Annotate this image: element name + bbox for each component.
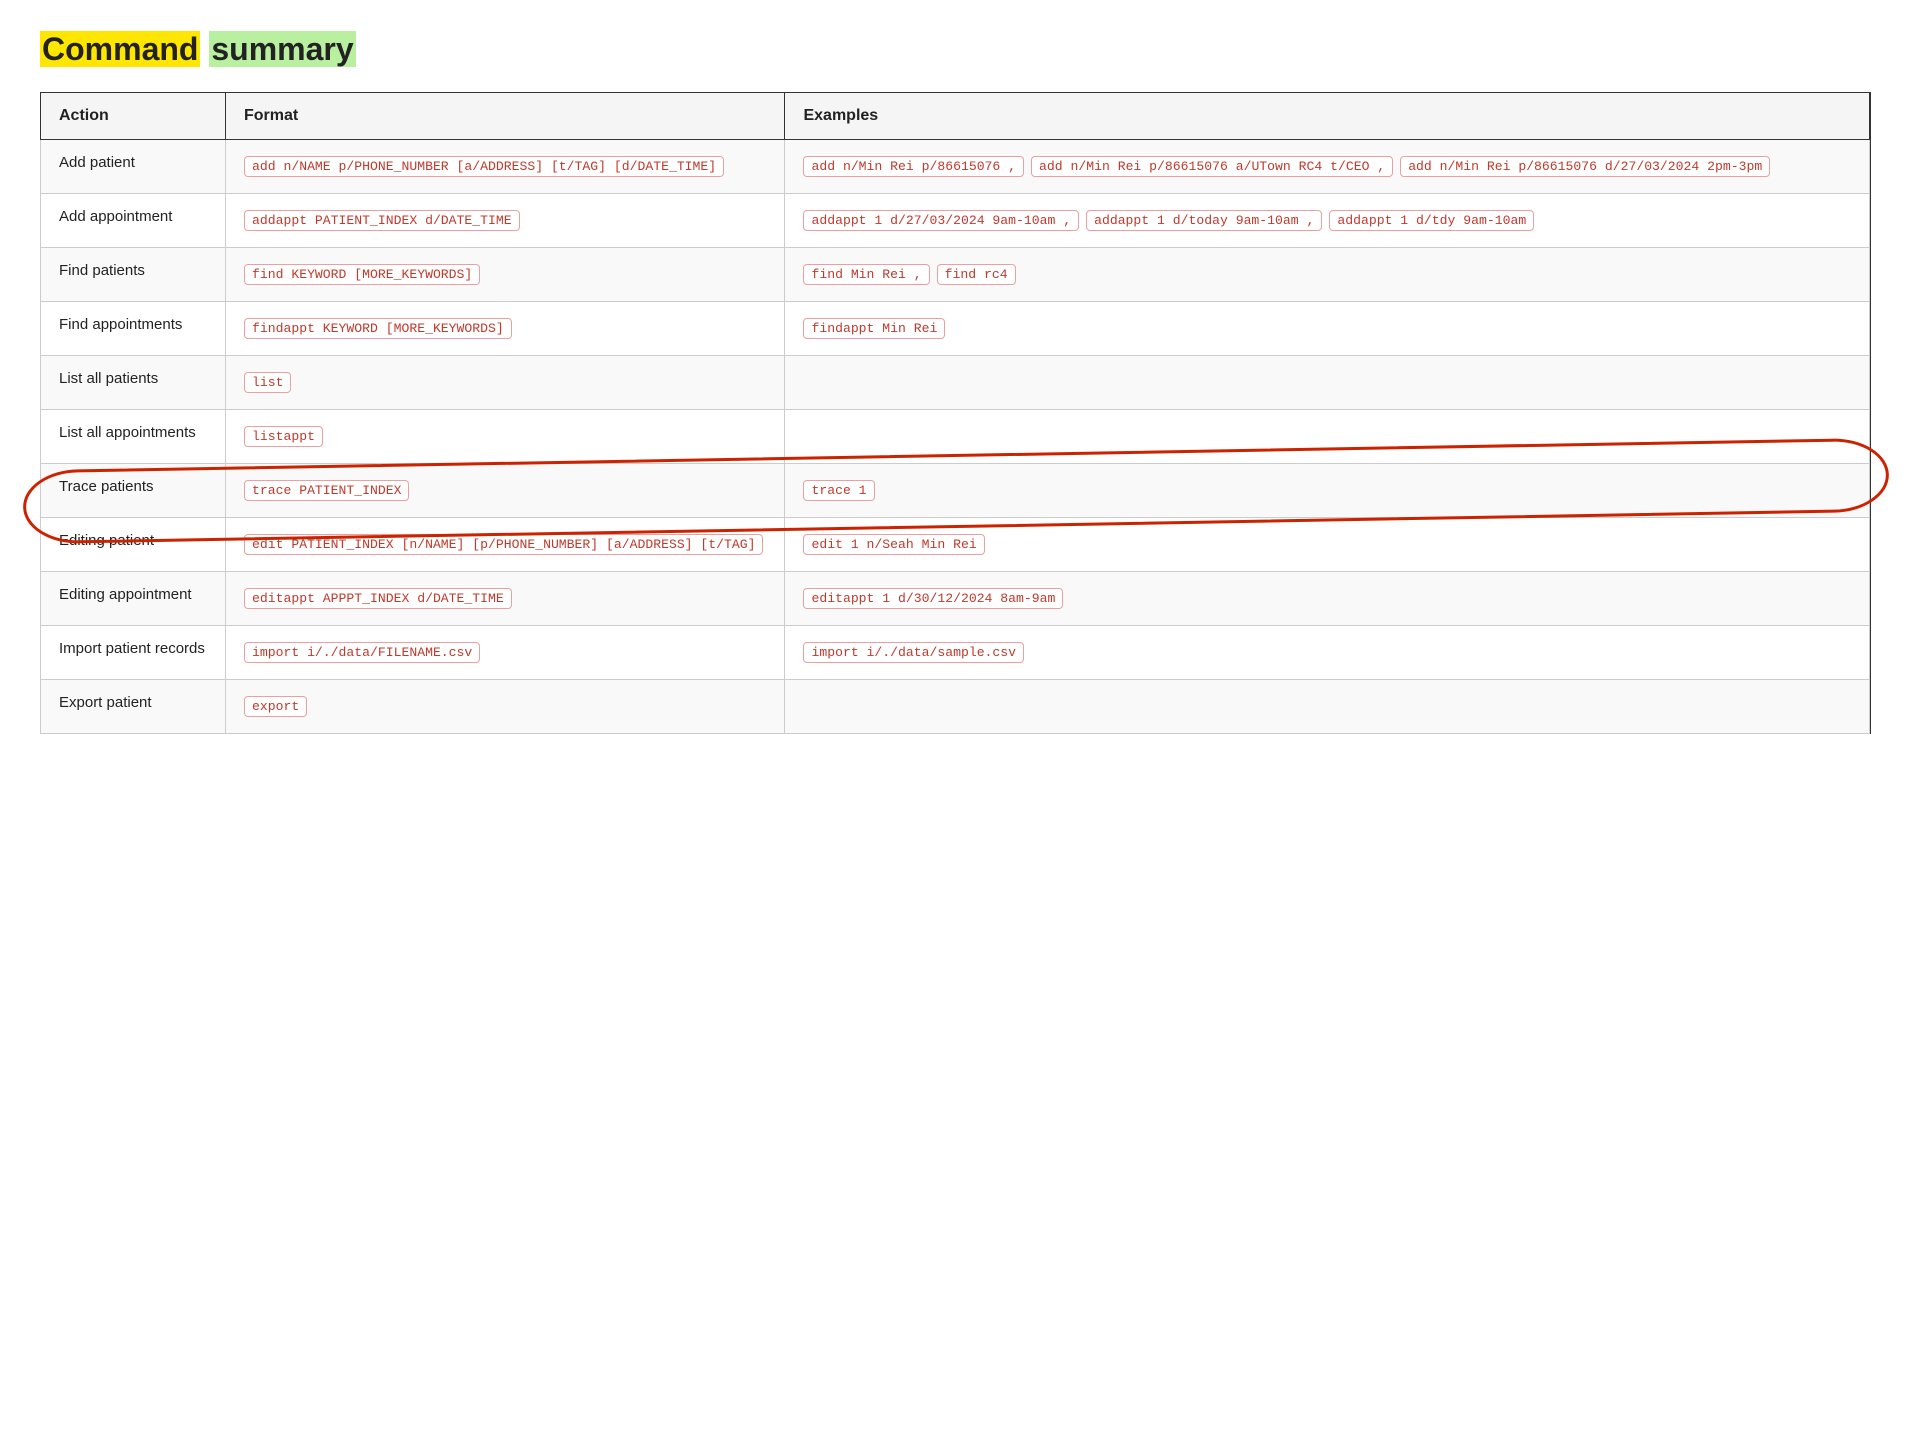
example-chip: add n/Min Rei p/86615076 d/27/03/2024 2p… [1400, 156, 1770, 177]
cell-format: edit PATIENT_INDEX [n/NAME] [p/PHONE_NUM… [226, 518, 785, 572]
table-header-row: Action Format Examples [41, 93, 1871, 140]
example-chip: findappt Min Rei [803, 318, 945, 339]
cell-action: Find appointments [41, 302, 226, 356]
format-chip: edit PATIENT_INDEX [n/NAME] [p/PHONE_NUM… [244, 534, 763, 555]
page-title: Command summary [40, 30, 1871, 68]
example-chip: find rc4 [937, 264, 1016, 285]
command-summary-table: Action Format Examples Add patient add n/… [40, 92, 1871, 734]
cell-format: export [226, 680, 785, 734]
cell-action: List all appointments [41, 410, 226, 464]
cell-format: add n/NAME p/PHONE_NUMBER [a/ADDRESS] [t… [226, 140, 785, 194]
cell-examples: findappt Min Rei [785, 302, 1869, 356]
example-chip: addappt 1 d/27/03/2024 9am-10am , [803, 210, 1079, 231]
format-chip: import i/./data/FILENAME.csv [244, 642, 480, 663]
table-row: List all appointments listappt [41, 410, 1871, 464]
format-chip: export [244, 696, 307, 717]
cell-examples [785, 410, 1869, 464]
cell-format: listappt [226, 410, 785, 464]
cell-format: import i/./data/FILENAME.csv [226, 626, 785, 680]
format-chip: find KEYWORD [MORE_KEYWORDS] [244, 264, 480, 285]
cell-examples: find Min Rei , find rc4 [785, 248, 1869, 302]
example-chip: trace 1 [803, 480, 874, 501]
example-chip: add n/Min Rei p/86615076 , [803, 156, 1024, 177]
header-action: Action [41, 93, 226, 140]
cell-format: trace PATIENT_INDEX [226, 464, 785, 518]
format-chip: add n/NAME p/PHONE_NUMBER [a/ADDRESS] [t… [244, 156, 724, 177]
format-chip: trace PATIENT_INDEX [244, 480, 409, 501]
cell-action: Add patient [41, 140, 226, 194]
table-row: List all patients list [41, 356, 1871, 410]
title-word2: summary [209, 31, 355, 67]
cell-format: editappt APPPT_INDEX d/DATE_TIME [226, 572, 785, 626]
table-row: Editing patient edit PATIENT_INDEX [n/NAM… [41, 518, 1871, 572]
cell-action: Trace patients [41, 464, 226, 518]
cell-examples: add n/Min Rei p/86615076 , add n/Min Rei … [785, 140, 1869, 194]
cell-examples: trace 1 [785, 464, 1869, 518]
cell-action: Find patients [41, 248, 226, 302]
table-row: Editing appointment editappt APPPT_INDEX … [41, 572, 1871, 626]
cell-examples: editappt 1 d/30/12/2024 8am-9am [785, 572, 1869, 626]
format-chip: list [244, 372, 291, 393]
cell-format: list [226, 356, 785, 410]
format-chip: listappt [244, 426, 323, 447]
cell-action: Add appointment [41, 194, 226, 248]
cell-format: findappt KEYWORD [MORE_KEYWORDS] [226, 302, 785, 356]
example-chip: edit 1 n/Seah Min Rei [803, 534, 984, 555]
cell-examples: import i/./data/sample.csv [785, 626, 1869, 680]
cell-examples: addappt 1 d/27/03/2024 9am-10am , addappt… [785, 194, 1869, 248]
header-examples: Examples [785, 93, 1869, 140]
table-row: Trace patients trace PATIENT_INDEX trace 1 [41, 464, 1871, 518]
cell-examples [785, 356, 1869, 410]
cell-format: addappt PATIENT_INDEX d/DATE_TIME [226, 194, 785, 248]
example-chip: import i/./data/sample.csv [803, 642, 1024, 663]
cell-examples: edit 1 n/Seah Min Rei [785, 518, 1869, 572]
example-chip: add n/Min Rei p/86615076 a/UTown RC4 t/C… [1031, 156, 1393, 177]
header-format: Format [226, 93, 785, 140]
format-chip: addappt PATIENT_INDEX d/DATE_TIME [244, 210, 520, 231]
format-chip: findappt KEYWORD [MORE_KEYWORDS] [244, 318, 512, 339]
cell-action: Editing patient [41, 518, 226, 572]
cell-examples [785, 680, 1869, 734]
table-row: Import patient records import i/./data/FI… [41, 626, 1871, 680]
table-row: Find appointments findappt KEYWORD [MORE_… [41, 302, 1871, 356]
cell-action: Editing appointment [41, 572, 226, 626]
cell-action: Import patient records [41, 626, 226, 680]
table-row: Export patient export [41, 680, 1871, 734]
example-chip: editappt 1 d/30/12/2024 8am-9am [803, 588, 1063, 609]
cell-action: Export patient [41, 680, 226, 734]
example-chip: addappt 1 d/today 9am-10am , [1086, 210, 1322, 231]
cell-format: find KEYWORD [MORE_KEYWORDS] [226, 248, 785, 302]
title-word1: Command [40, 31, 200, 67]
table-row: Find patients find KEYWORD [MORE_KEYWORDS… [41, 248, 1871, 302]
cell-action: List all patients [41, 356, 226, 410]
table-row: Add appointment addappt PATIENT_INDEX d/D… [41, 194, 1871, 248]
format-chip: editappt APPPT_INDEX d/DATE_TIME [244, 588, 512, 609]
table-row: Add patient add n/NAME p/PHONE_NUMBER [a/… [41, 140, 1871, 194]
example-chip: addappt 1 d/tdy 9am-10am [1329, 210, 1534, 231]
example-chip: find Min Rei , [803, 264, 929, 285]
